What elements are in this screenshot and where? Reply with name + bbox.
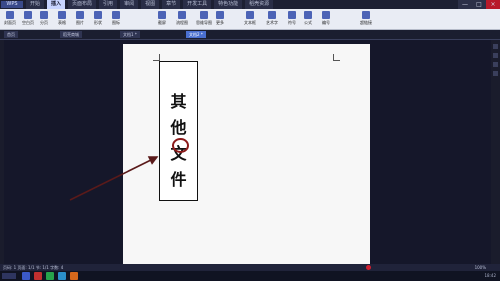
status-bar: 页码: 1 页面: 1/1 节: 1/1 字数: 4 100% [0,264,500,271]
shape-icon [94,11,102,19]
record-icon[interactable] [366,265,371,270]
circle-annotation [172,138,189,153]
ribbon-blank-page[interactable]: 空白页 [22,10,34,28]
wordart-icon [268,11,276,19]
blank-page-icon [24,11,32,19]
screenshot-icon [158,11,166,19]
flowchart-icon [178,11,186,19]
table-icon [58,11,66,19]
picture-icon [76,11,84,19]
ribbon-numbering[interactable]: 编号 [322,10,330,28]
margin-corner-top-right [333,54,340,61]
menu-tab-chapter[interactable]: 章节 [162,0,181,9]
ribbon-page-break[interactable]: 分页 [40,10,48,28]
mindmap-icon [200,11,208,19]
tab-document-1[interactable]: 文档1 * [120,31,140,38]
wechat-icon[interactable] [46,272,54,280]
right-toolbar [491,40,500,264]
taskbar-icons [22,272,78,280]
cover-page-icon [6,11,14,19]
wps-icon[interactable] [34,272,42,280]
vertical-text-box[interactable]: 其 他 文 件 [159,61,198,201]
menu-tab-review[interactable]: 审阅 [120,0,139,9]
navigation-icon[interactable] [493,71,498,76]
app-logo[interactable]: WPS [1,1,23,8]
ribbon-table[interactable]: 表格 [58,10,66,28]
tab-home[interactable]: 首页 [4,31,18,38]
ribbon-flowchart[interactable]: 流程图 [176,10,188,28]
ribbon-hyperlink[interactable]: 超链接 [360,10,372,28]
ribbon-insert: 封面页 空白页 分页 表格 图片 形状 图标 截屏 流程图 思维导图 更多 文本… [0,9,500,30]
media-icon[interactable] [70,272,78,280]
window-controls: — □ × [458,0,500,9]
taskbar: 18:42 [0,271,500,281]
menu-tab-resources[interactable]: 稻壳资源 [245,0,274,9]
ribbon-icons[interactable]: 图标 [112,10,120,28]
vertical-char-2: 他 [170,118,187,137]
page-break-icon [40,11,48,19]
formula-icon [304,11,312,19]
vertical-char-1: 其 [170,92,187,111]
ribbon-shape[interactable]: 形状 [94,10,102,28]
icon-library-icon [112,11,120,19]
tab-store[interactable]: 稻壳商城 [60,31,82,38]
ribbon-formula[interactable]: 公式 [304,10,312,28]
menu-bar: WPS 开始 插入 页面布局 引用 审阅 视图 章节 开发工具 特色功能 稻壳资… [0,0,500,9]
ribbon-cover-page[interactable]: 封面页 [4,10,16,28]
zoom-level[interactable]: 100% [475,264,486,271]
margin-corner-top-left [153,54,160,61]
hyperlink-icon [362,11,370,19]
explorer-icon[interactable] [58,272,66,280]
ribbon-screenshot[interactable]: 截屏 [158,10,166,28]
left-margin [0,40,4,264]
menu-tab-layout[interactable]: 页面布局 [68,0,97,9]
style-icon[interactable] [493,44,498,49]
clock: 18:42 [484,273,496,278]
start-button[interactable] [2,273,16,279]
ribbon-symbol[interactable]: 符号 [288,10,296,28]
ribbon-wordart[interactable]: 艺术字 [266,10,278,28]
browser-icon[interactable] [22,272,30,280]
document-tab-bar: 首页 稻壳商城 文档1 * 文档2 * [0,30,500,40]
status-text: 页码: 1 页面: 1/1 节: 1/1 字数: 4 [3,265,64,270]
ribbon-picture[interactable]: 图片 [76,10,84,28]
shape-format-icon[interactable] [493,62,498,67]
minimize-button[interactable]: — [458,0,472,9]
more-icon [216,11,224,19]
document-page[interactable]: 其 他 文 件 [123,44,370,264]
menu-tab-features[interactable]: 特色功能 [214,0,243,9]
ribbon-mindmap[interactable]: 思维导图 [196,10,212,28]
close-button[interactable]: × [486,0,500,9]
vertical-char-4: 件 [170,170,187,189]
menu-tab-developer[interactable]: 开发工具 [183,0,212,9]
ribbon-textbox[interactable]: 文本框 [244,10,256,28]
tab-document-2[interactable]: 文档2 * [186,31,206,38]
menu-tabs: 开始 插入 页面布局 引用 审阅 视图 章节 开发工具 特色功能 稻壳资源 [26,0,274,9]
select-icon[interactable] [493,53,498,58]
maximize-button[interactable]: □ [472,0,486,9]
menu-tab-home[interactable]: 开始 [26,0,45,9]
menu-tab-view[interactable]: 视图 [141,0,160,9]
symbol-icon [288,11,296,19]
numbering-icon [322,11,330,19]
menu-tab-reference[interactable]: 引用 [99,0,118,9]
ribbon-more[interactable]: 更多 [216,10,224,28]
textbox-icon [246,11,254,19]
menu-tab-insert[interactable]: 插入 [47,0,66,9]
